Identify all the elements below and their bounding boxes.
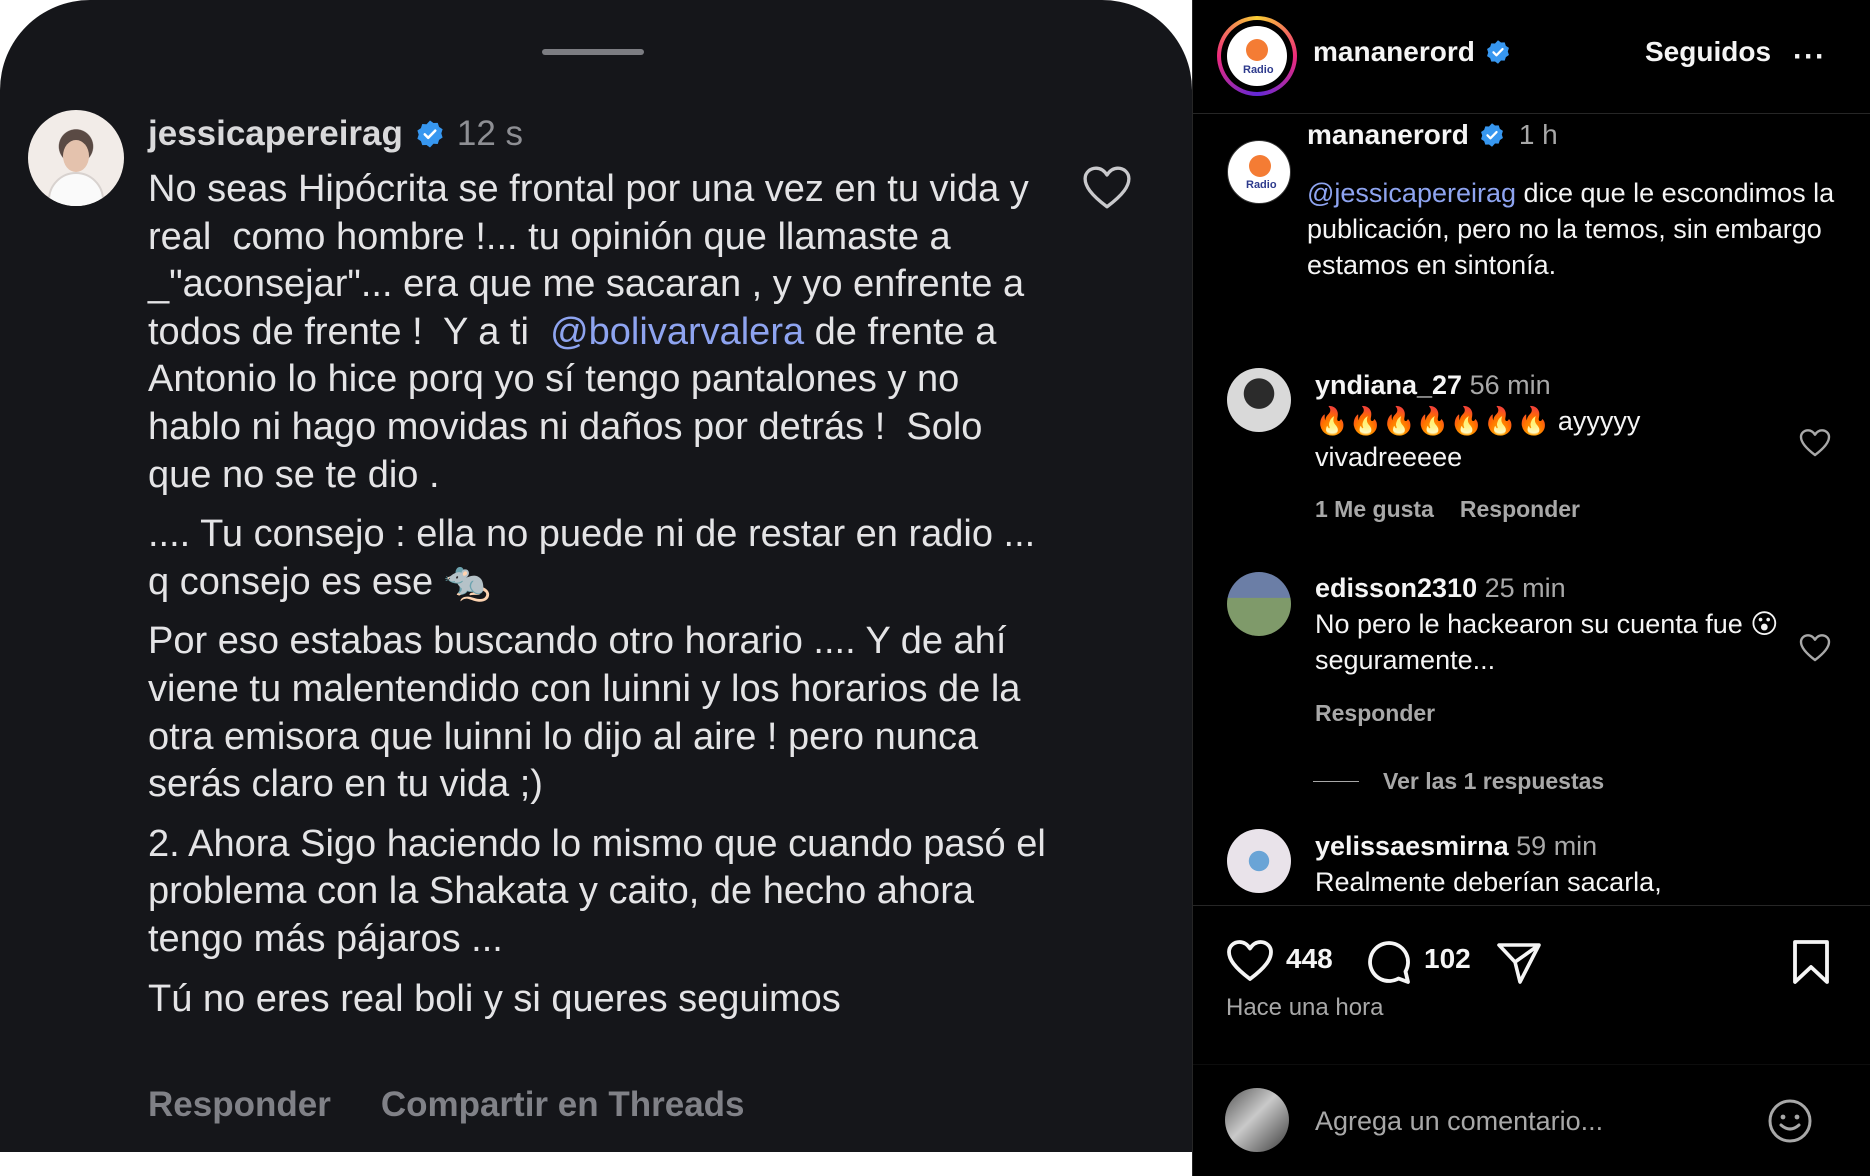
commenter-avatar[interactable] [28, 110, 124, 206]
following-button[interactable]: Seguidos [1645, 36, 1771, 68]
post-header: Radio mananerord Seguidos ··· [1193, 0, 1870, 114]
comment-actions: Responder Compartir en Threads [148, 1085, 745, 1125]
comment-paragraph: Por eso estabas buscando otro horario ..… [148, 618, 1048, 808]
comment-reply-button[interactable]: Responder [1460, 496, 1580, 523]
add-comment-row [1193, 1064, 1870, 1176]
more-options-icon[interactable]: ··· [1793, 40, 1826, 74]
comment-text: .... Tu consejo : ella no puede ni de re… [148, 513, 1046, 603]
comment-paragraph: .... Tu consejo : ella no puede ni de re… [148, 511, 1048, 606]
like-heart-icon[interactable] [1082, 165, 1132, 211]
comment-time: 59 min [1516, 831, 1598, 861]
emoji-smiley-icon[interactable] [1767, 1098, 1813, 1144]
view-replies-button[interactable]: Ver las 1 respuestas [1313, 768, 1604, 795]
post-panel: Radio mananerord Seguidos ··· Radio mana… [1192, 0, 1870, 1176]
comment-meta: Responder [1315, 700, 1435, 727]
comment-likes-link[interactable]: 1 Me gusta [1315, 496, 1434, 523]
comment-username[interactable]: yndiana_27 [1315, 370, 1462, 400]
comment-text: Tú no eres real boli y si queres seguimo… [148, 977, 841, 1020]
caption-username[interactable]: mananerord [1307, 117, 1469, 153]
comment-reply-button[interactable]: Responder [1315, 700, 1435, 727]
verified-badge-icon [1480, 123, 1503, 147]
likes-count[interactable]: 448 [1286, 943, 1333, 975]
add-comment-input[interactable] [1315, 1093, 1735, 1149]
header-user: mananerord [1313, 36, 1511, 68]
story-ring[interactable]: Radio [1217, 16, 1297, 96]
reply-button[interactable]: Responder [148, 1085, 331, 1125]
like-heart-icon[interactable] [1226, 939, 1274, 983]
caption-text: @jessicapereirag dice que le escondimos … [1307, 178, 1835, 280]
comment-text: 🔥🔥🔥🔥🔥🔥🔥 ayyyyy vivadreeeee [1315, 406, 1641, 472]
verified-badge-icon [417, 120, 443, 148]
comment-bubble-icon[interactable] [1365, 939, 1411, 985]
comment-time: 56 min [1469, 370, 1551, 400]
comment-time: 25 min [1484, 573, 1566, 603]
caption-time: 1 h [1518, 119, 1558, 150]
comment-text: Por eso estabas buscando otro horario ..… [148, 620, 1031, 806]
post-actions-footer: 448 102 Hace una hora [1193, 905, 1870, 1176]
comment-text: 2. Ahora Sigo haciendo lo mismo que cuan… [148, 822, 1057, 960]
comment-sheet: jessicapereirag 12 s No seas Hipócrita s… [0, 0, 1192, 1152]
comment-meta: 1 Me gusta Responder [1315, 496, 1580, 523]
current-user-avatar[interactable] [1225, 1088, 1289, 1152]
comment-like-heart-icon[interactable] [1799, 428, 1831, 458]
mention-link[interactable]: @bolivarvalera [550, 311, 804, 353]
post-time-ago: Hace una hora [1226, 994, 1384, 1021]
story-comment-screenshot: jessicapereirag 12 s No seas Hipócrita s… [0, 0, 1192, 1176]
comment-paragraph: Tú no eres real boli y si queres seguimo… [148, 976, 1048, 1024]
comment-timestamp: 12 s [456, 114, 524, 153]
replies-divider [1313, 781, 1359, 782]
commenter-avatar[interactable] [1227, 829, 1291, 893]
comments-count[interactable]: 102 [1424, 943, 1471, 975]
comment-like-heart-icon[interactable] [1799, 633, 1831, 663]
caption-header: mananerord 1 h [1307, 117, 1558, 153]
save-bookmark-icon[interactable] [1791, 939, 1831, 985]
comment-paragraph: 2. Ahora Sigo haciendo lo mismo que cuan… [148, 821, 1048, 964]
profile-logo: Radio [1227, 26, 1287, 86]
comment-username[interactable]: yelissaesmirna [1315, 831, 1509, 861]
list-item: yelissaesmirna 59 min Realmente deberían… [1315, 828, 1795, 900]
comments-list[interactable]: Radio mananerord 1 h @jessicapereirag di… [1193, 115, 1870, 905]
comment-text: Realmente deberían sacarla, [1315, 867, 1662, 897]
comment-username[interactable]: edisson2310 [1315, 573, 1477, 603]
commenter-username[interactable]: jessicapereirag [148, 114, 403, 154]
view-replies-label: Ver las 1 respuestas [1383, 768, 1605, 794]
commenter-avatar[interactable] [1227, 572, 1291, 636]
verified-badge-icon [1486, 40, 1509, 64]
header-username[interactable]: mananerord [1313, 36, 1475, 68]
list-item: yndiana_27 56 min 🔥🔥🔥🔥🔥🔥🔥 ayyyyy vivadre… [1315, 367, 1775, 475]
list-item: edisson2310 25 min No pero le hackearon … [1315, 570, 1795, 678]
comment-paragraph: No seas Hipócrita se frontal por una vez… [148, 166, 1048, 499]
share-send-icon[interactable] [1496, 941, 1542, 985]
sheet-grab-handle[interactable] [542, 49, 644, 55]
caption-avatar[interactable]: Radio [1227, 140, 1291, 204]
comment-text: No pero le hackearon su cuenta fue 😮 seg… [1315, 609, 1779, 675]
commenter-avatar[interactable] [1227, 368, 1291, 432]
share-threads-button[interactable]: Compartir en Threads [381, 1085, 745, 1125]
comment-body: No seas Hipócrita se frontal por una vez… [148, 166, 1048, 1035]
caption-mention-link[interactable]: @jessicapereirag [1307, 178, 1516, 208]
comment-header: jessicapereirag 12 s [148, 112, 523, 156]
